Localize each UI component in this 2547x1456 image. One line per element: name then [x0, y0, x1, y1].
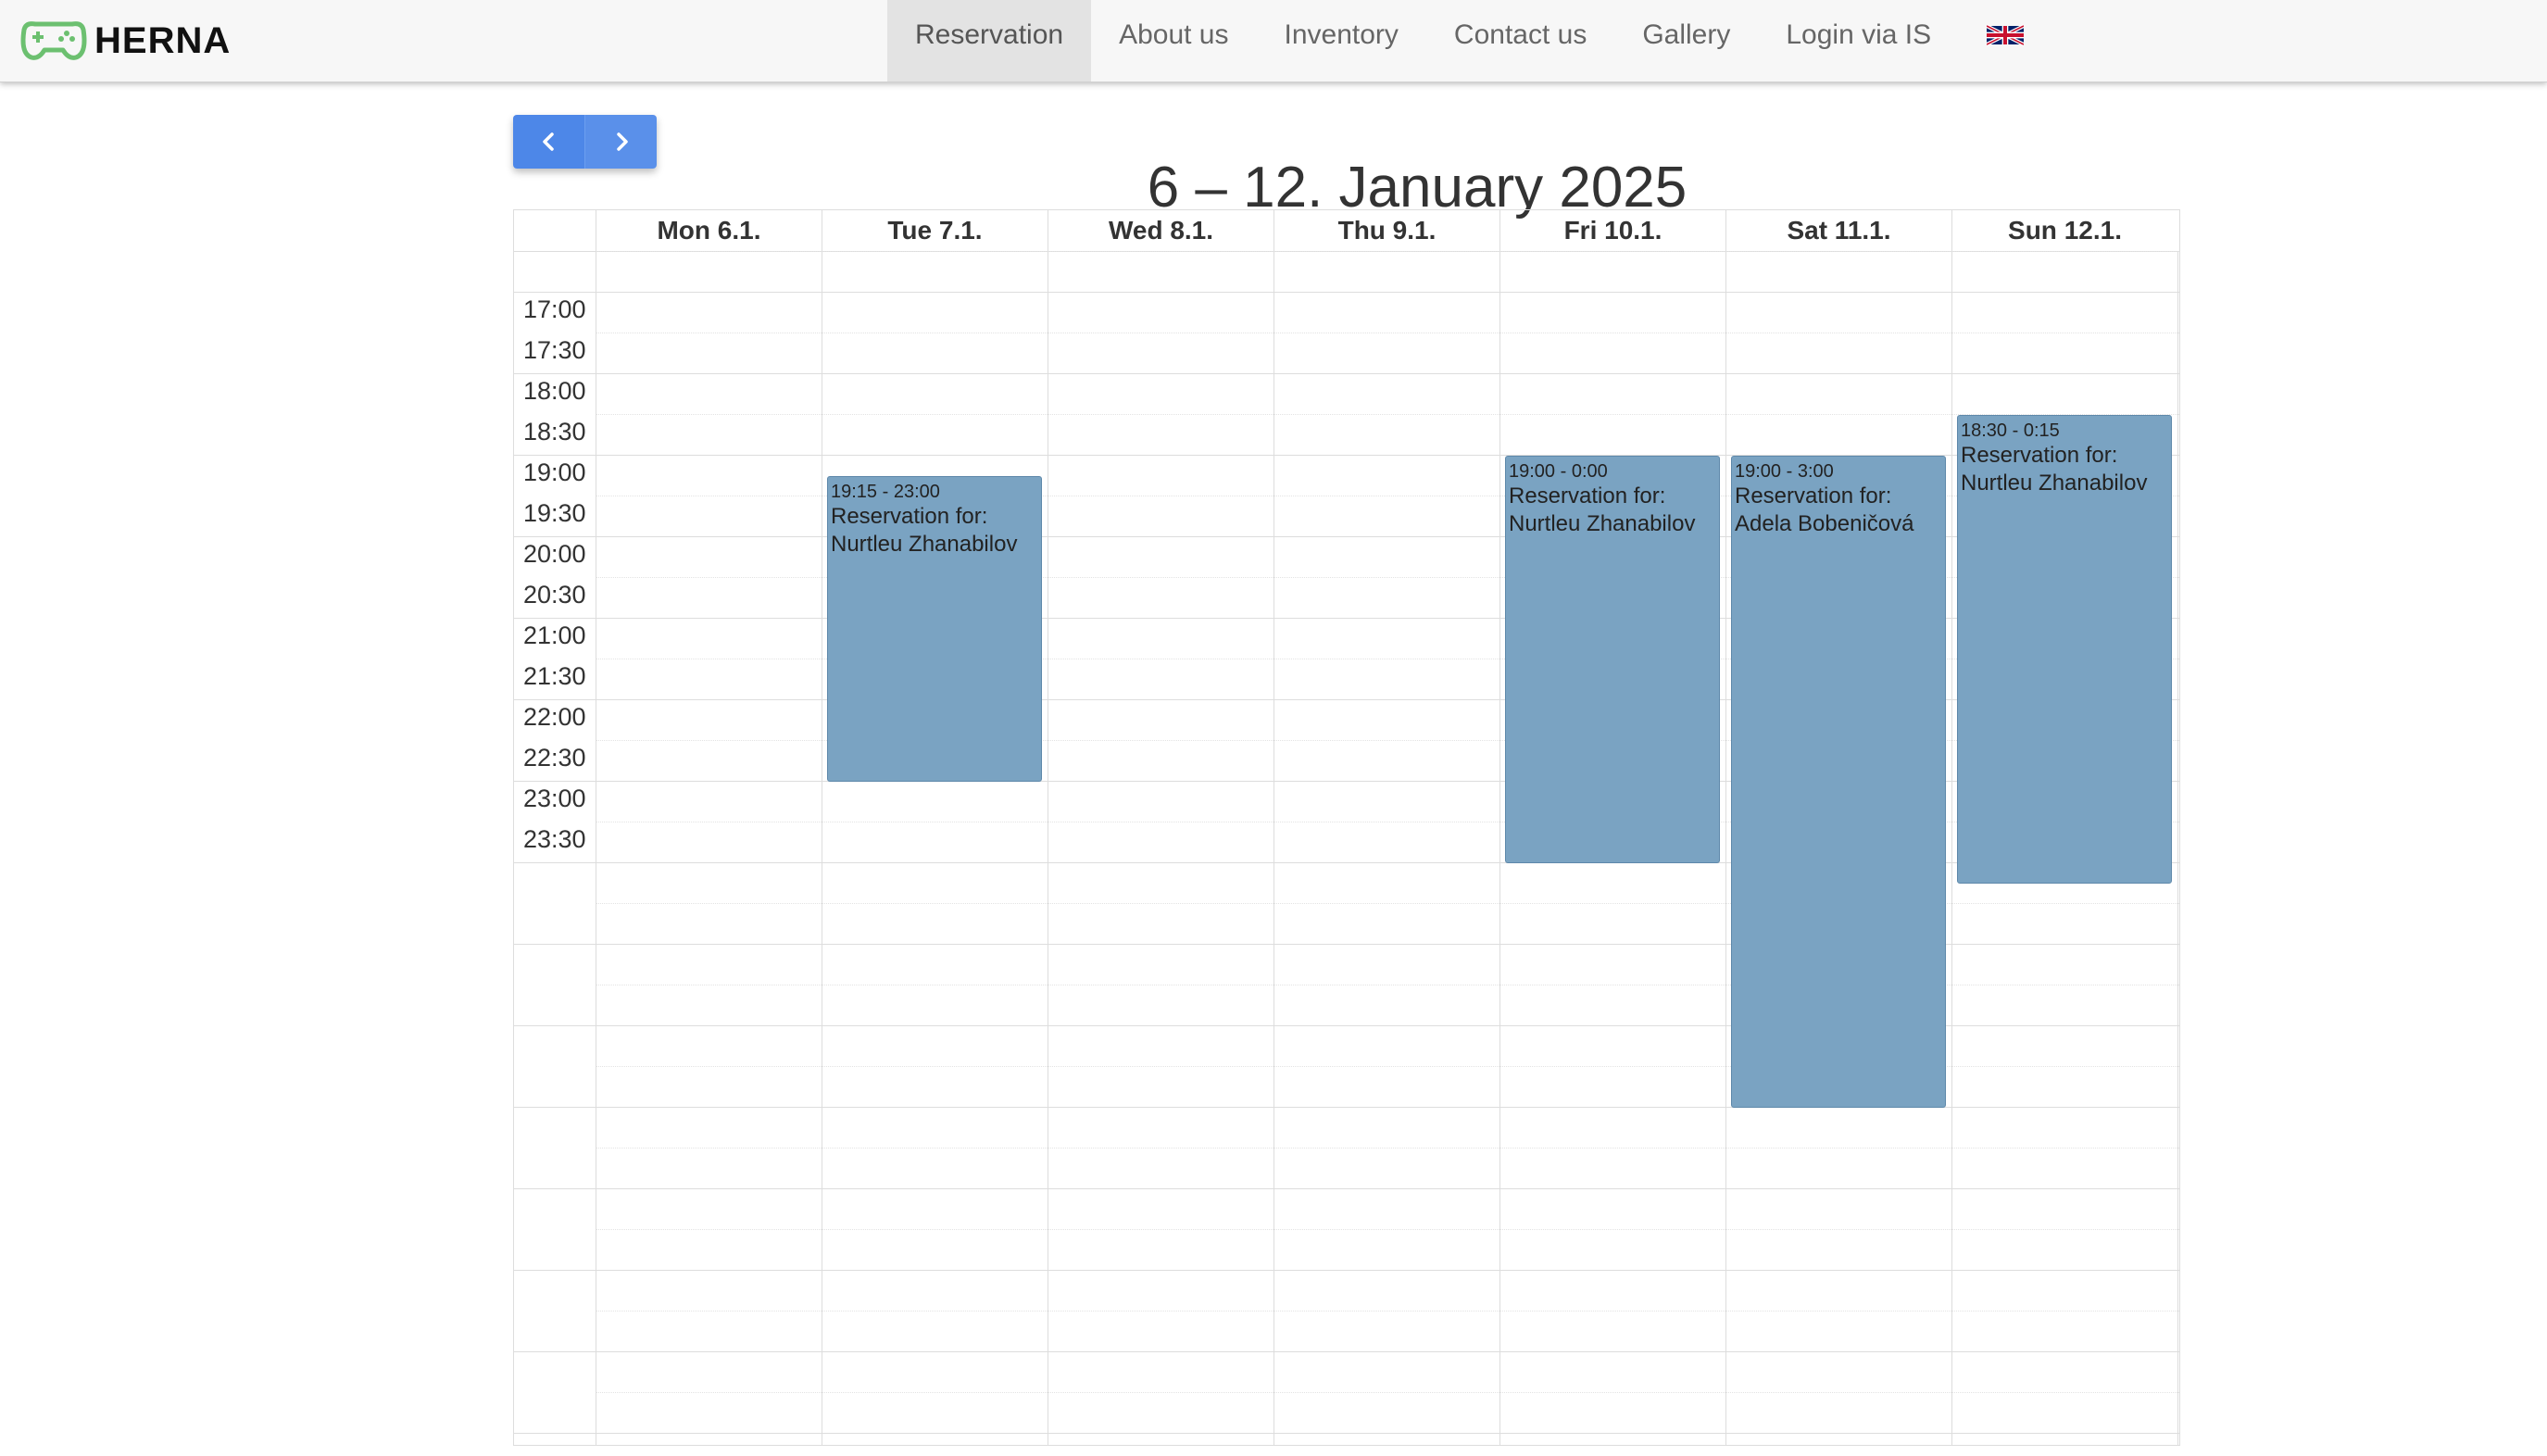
time-label: 19:30 — [523, 499, 586, 527]
main-nav: Reservation About us Inventory Contact u… — [887, 0, 2051, 82]
calendar-grid: 17:00 17:30 18:00 18:30 19:00 19:30 20:00 20:30… — [514, 251, 2179, 1445]
gamepad-logo-icon — [20, 21, 87, 60]
day-header: Thu 9.1. — [1274, 210, 1499, 251]
day-header: Sun 12.1. — [1951, 210, 2177, 251]
event-time: 19:00 - 3:00 — [1735, 461, 1834, 482]
time-label: 20:30 — [523, 581, 586, 609]
brand-logo[interactable]: HERNA — [17, 13, 231, 69]
week-calendar: Mon 6.1. Tue 7.1. Wed 8.1. Thu 9.1. Fri 10.1… — [513, 209, 2180, 1446]
event-name: Adela Bobeničová — [1735, 511, 1914, 536]
reservation-event[interactable]: 19:15 - 23:00 Reservation for: Nurtleu Zha… — [827, 476, 1042, 782]
grid-column-line — [1499, 251, 1500, 1445]
nav-login-is[interactable]: Login via IS — [1758, 0, 1959, 82]
time-label: 19:00 — [523, 458, 586, 486]
week-navigation — [513, 115, 657, 169]
time-label: 17:30 — [523, 336, 586, 364]
grid-line — [596, 1392, 2179, 1393]
grid-line — [514, 292, 2179, 293]
day-header-row: Mon 6.1. Tue 7.1. Wed 8.1. Thu 9.1. Fri 10.1… — [514, 210, 2179, 252]
grid-line — [514, 1351, 2179, 1352]
next-week-button[interactable] — [584, 115, 657, 169]
event-time: 19:00 - 0:00 — [1509, 461, 1608, 482]
grid-line — [514, 1433, 2179, 1434]
event-time: 19:15 - 23:00 — [831, 482, 940, 502]
event-label: Reservation for: — [1961, 443, 2118, 468]
day-header: Wed 8.1. — [1048, 210, 1274, 251]
event-label: Reservation for: — [1509, 483, 1666, 508]
event-label: Reservation for: — [1735, 483, 1892, 508]
time-label: 20:00 — [523, 540, 586, 568]
time-label: 17:00 — [523, 295, 586, 323]
reservation-event[interactable]: 18:30 - 0:15 Reservation for: Nurtleu Zhan… — [1957, 415, 2172, 884]
nav-gallery[interactable]: Gallery — [1614, 0, 1758, 82]
event-label: Reservation for: — [831, 504, 988, 529]
grid-column-line — [1951, 251, 1952, 1445]
grid-line — [596, 1311, 2179, 1312]
time-label: 21:00 — [523, 621, 586, 649]
day-header: Tue 7.1. — [822, 210, 1048, 251]
chevron-right-icon — [616, 132, 628, 151]
event-name: Nurtleu Zhanabilov — [1509, 511, 1696, 536]
grid-line — [514, 1188, 2179, 1189]
grid-line — [514, 1270, 2179, 1271]
nav-inventory[interactable]: Inventory — [1257, 0, 1426, 82]
grid-column-line — [2177, 251, 2178, 1445]
time-label: 23:00 — [523, 784, 586, 812]
grid-line — [596, 1229, 2179, 1230]
event-name: Nurtleu Zhanabilov — [831, 532, 1018, 557]
brand-name: HERNA — [94, 19, 232, 61]
nav-contact-us[interactable]: Contact us — [1426, 0, 1614, 82]
time-label: 18:30 — [523, 418, 586, 446]
language-switch[interactable] — [1959, 0, 2051, 82]
day-header: Sat 11.1. — [1725, 210, 1951, 251]
grid-column-line — [1725, 251, 1726, 1445]
time-label: 22:00 — [523, 703, 586, 731]
navbar: HERNA Reservation About us Inventory Con… — [0, 0, 2547, 82]
grid-line — [514, 373, 2179, 374]
day-header: Mon 6.1. — [596, 210, 822, 251]
time-label: 18:00 — [523, 377, 586, 405]
reservation-event[interactable]: 19:00 - 3:00 Reservation for: Adela Bobeni… — [1731, 456, 1946, 1108]
uk-flag-icon — [1987, 24, 2025, 46]
nav-reservation[interactable]: Reservation — [887, 0, 1092, 82]
grid-line — [596, 251, 2179, 252]
nav-about-us[interactable]: About us — [1091, 0, 1256, 82]
time-label: 21:30 — [523, 662, 586, 690]
event-time: 18:30 - 0:15 — [1961, 420, 2060, 441]
prev-week-button[interactable] — [513, 115, 584, 169]
reservation-event[interactable]: 19:00 - 0:00 Reservation for: Nurtleu Zhan… — [1505, 456, 1720, 863]
grid-line — [596, 414, 2179, 415]
time-label: 22:30 — [523, 744, 586, 772]
chevron-left-icon — [542, 132, 554, 151]
event-name: Nurtleu Zhanabilov — [1961, 471, 2148, 496]
time-label: 23:30 — [523, 825, 586, 853]
day-header: Fri 10.1. — [1499, 210, 1725, 251]
